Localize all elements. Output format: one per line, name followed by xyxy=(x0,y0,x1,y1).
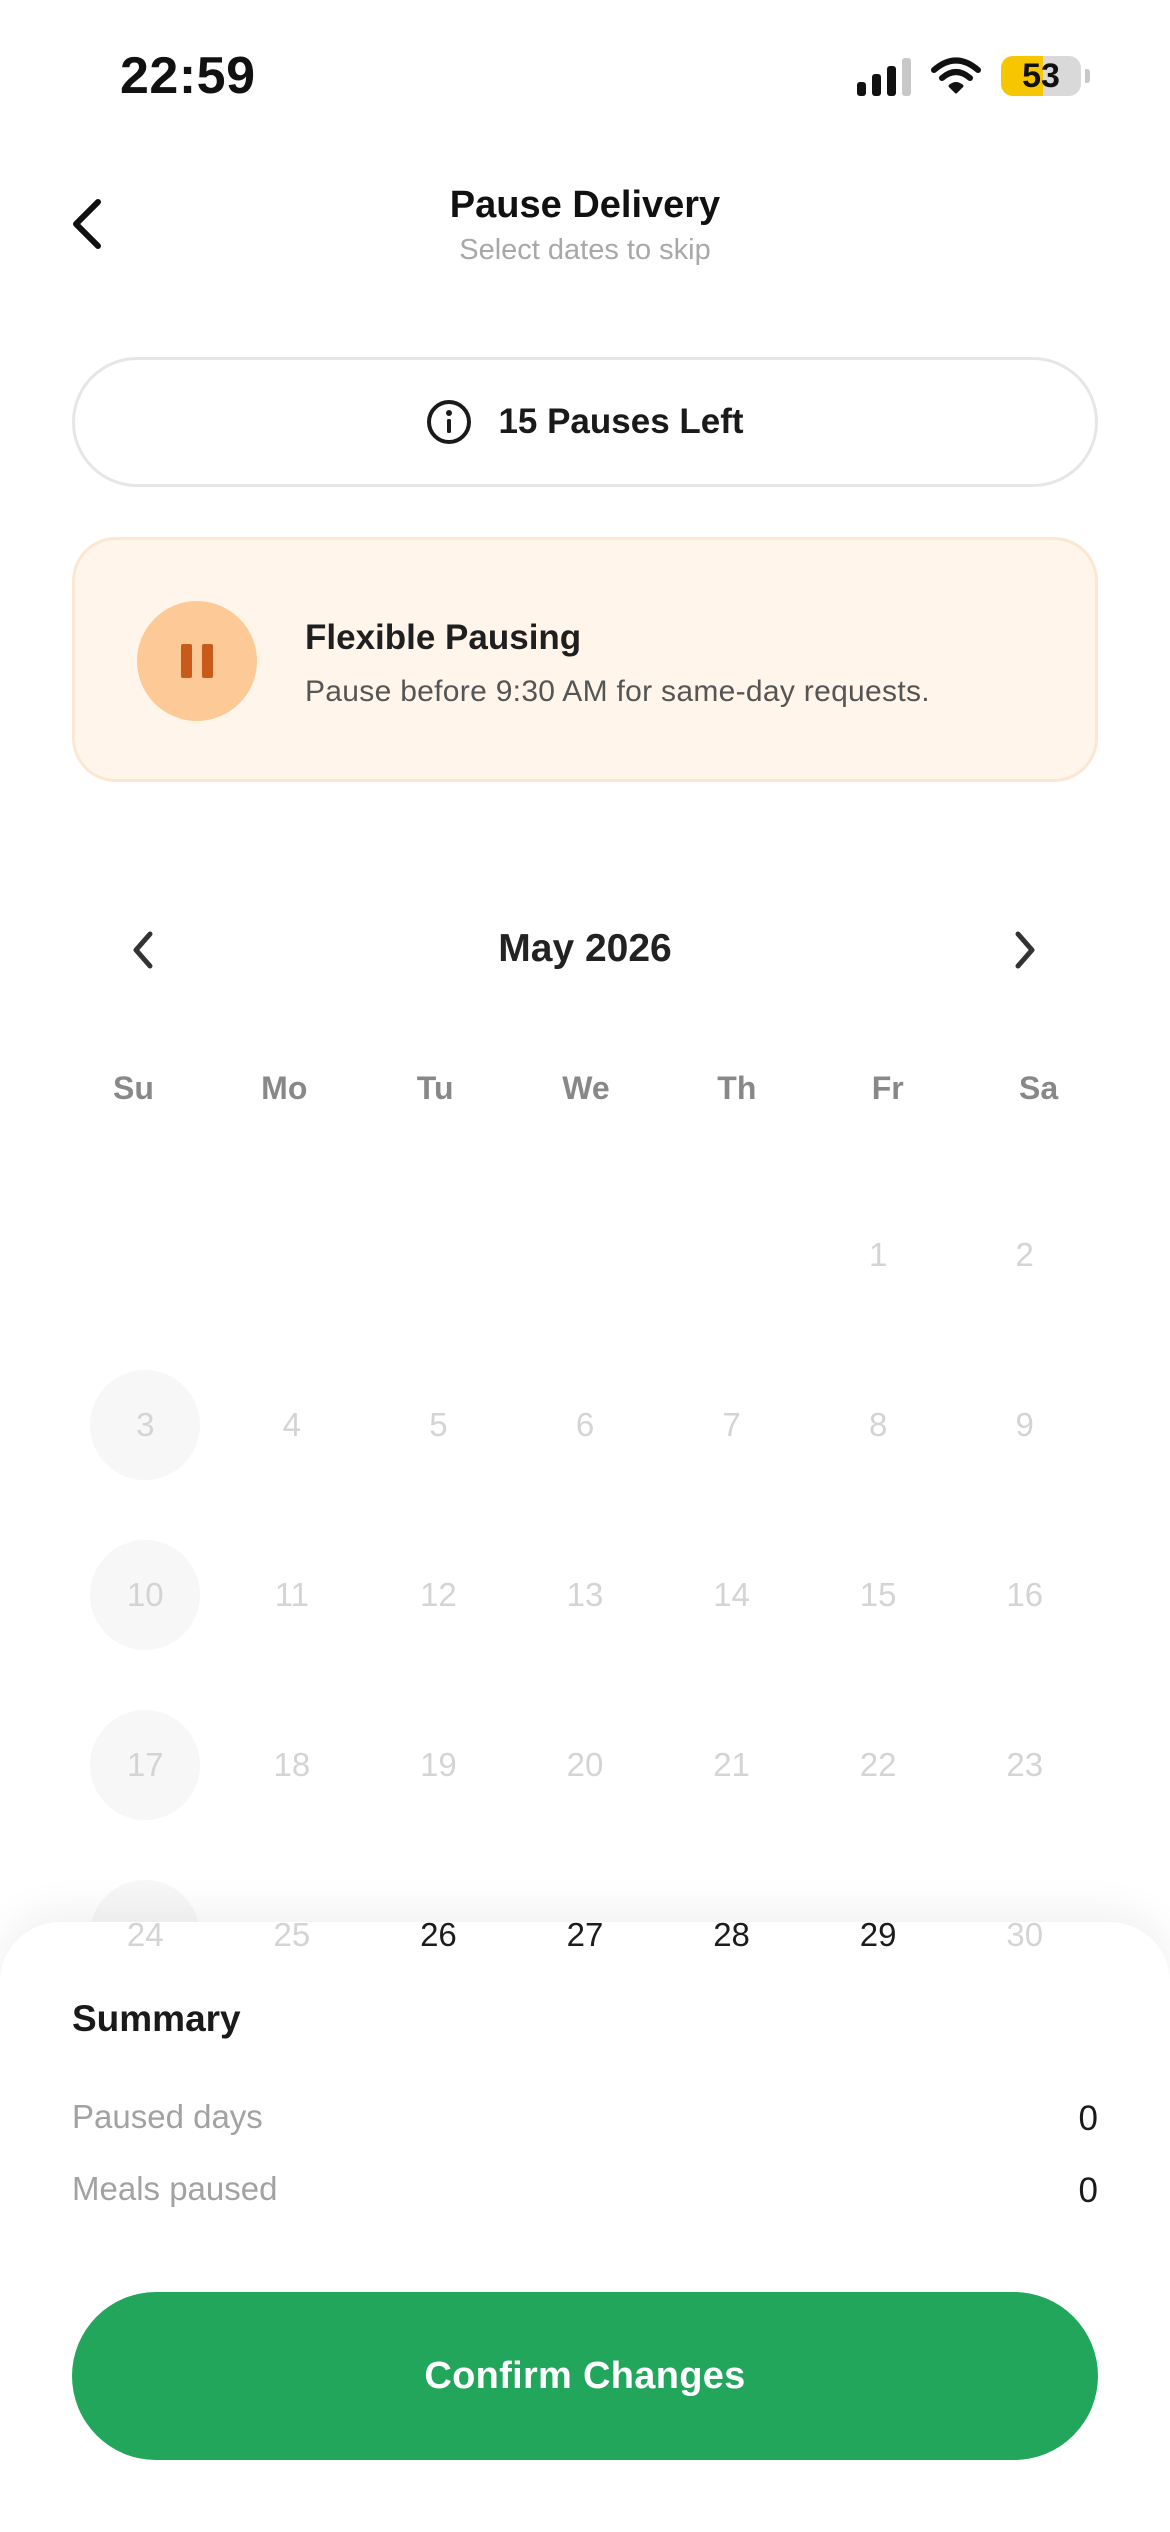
calendar-day-label: 30 xyxy=(1006,1916,1044,1953)
calendar-day-1: 1 xyxy=(805,1170,952,1340)
weekday-header-row: Su Mo Tu We Th Fr Sa xyxy=(58,1070,1114,1107)
calendar-day-label: 2 xyxy=(1015,1236,1034,1273)
calendar-blank-cell xyxy=(512,1170,659,1340)
calendar-day-label: 9 xyxy=(1015,1406,1034,1443)
weekday-label: Tu xyxy=(416,1070,454,1106)
status-time: 22:59 xyxy=(120,47,256,105)
calendar-blank-cell xyxy=(219,1170,366,1340)
calendar-day-6: 6 xyxy=(512,1340,659,1510)
meals-paused-label: Meals paused xyxy=(72,2170,278,2207)
calendar-day-label: 11 xyxy=(274,1576,309,1613)
calendar-day-label: 24 xyxy=(126,1916,164,1953)
calendar-day-label: 26 xyxy=(420,1916,457,1953)
summary-sheet: Summary Paused days 0 Meals paused 0 Con… xyxy=(0,1922,1170,2532)
calendar-day-8: 8 xyxy=(805,1340,952,1510)
calendar-day-label: 29 xyxy=(859,1916,897,1953)
pauses-left-pill: 15 Pauses Left xyxy=(72,357,1098,487)
calendar-day-label: 20 xyxy=(566,1746,604,1783)
calendar-day-label: 8 xyxy=(868,1406,888,1443)
calendar-day-label: 28 xyxy=(713,1916,750,1953)
calendar-day-label: 4 xyxy=(282,1406,302,1443)
calendar-day-14: 14 xyxy=(658,1510,805,1680)
calendar-day-label: 21 xyxy=(713,1746,750,1783)
calendar-day-9: 9 xyxy=(951,1340,1098,1510)
calendar-day-label: 12 xyxy=(420,1576,457,1613)
calendar-day-23: 23 xyxy=(951,1680,1098,1850)
calendar-day-label: 7 xyxy=(722,1406,741,1443)
calendar-day-13: 13 xyxy=(512,1510,659,1680)
confirm-changes-button[interactable]: Confirm Changes xyxy=(72,2292,1098,2460)
meals-paused-value: 0 xyxy=(1078,2171,1098,2210)
calendar-day-label: 25 xyxy=(273,1916,311,1953)
calendar-day-label: 15 xyxy=(859,1576,897,1613)
page-subtitle: Select dates to skip xyxy=(459,234,711,266)
calendar-blank-cell xyxy=(72,1170,219,1340)
battery-level: 53 xyxy=(1022,56,1060,95)
battery-cap xyxy=(1085,69,1090,83)
calendar-day-19: 19 xyxy=(365,1680,512,1850)
summary-title: Summary xyxy=(72,1998,241,2039)
status-icons: 53 xyxy=(857,56,1090,96)
calendar-day-18: 18 xyxy=(219,1680,366,1850)
weekday-label: We xyxy=(562,1070,610,1106)
cellular-signal-icon xyxy=(857,56,911,96)
calendar-day-20: 20 xyxy=(512,1680,659,1850)
calendar-day-grid: 1 2 3 4 5 6 7 8 9 10 11 12 13 14 15 16 17 18 19 20 21 22 23 24 2… xyxy=(72,1170,1098,2020)
calendar-day-21: 21 xyxy=(658,1680,805,1850)
calendar-day-label: 3 xyxy=(136,1406,155,1443)
wifi-icon xyxy=(931,57,981,94)
pauses-left-label: 15 Pauses Left xyxy=(498,402,744,441)
page-title: Pause Delivery xyxy=(449,184,721,226)
calendar-day-2: 2 xyxy=(951,1170,1098,1340)
calendar-day-label: 14 xyxy=(713,1576,750,1613)
calendar-day-label: 19 xyxy=(420,1746,457,1783)
calendar-day-label: 18 xyxy=(273,1746,311,1783)
paused-days-value: 0 xyxy=(1078,2099,1098,2138)
calendar-blank-cell xyxy=(365,1170,512,1340)
flexible-pausing-description: Pause before 9:30 AM for same-day reques… xyxy=(305,675,930,708)
weekday-label: Su xyxy=(112,1070,154,1106)
next-month-button[interactable] xyxy=(995,920,1055,980)
calendar-day-label: 23 xyxy=(1006,1746,1044,1783)
calendar-day-22: 22 xyxy=(805,1680,952,1850)
battery-icon: 53 xyxy=(1001,56,1081,96)
calendar-day-7: 7 xyxy=(658,1340,805,1510)
weekday-label: Fr xyxy=(871,1070,904,1106)
flexible-pausing-title: Flexible Pausing xyxy=(305,618,582,657)
calendar-day-15: 15 xyxy=(805,1510,952,1680)
calendar-day-12: 12 xyxy=(365,1510,512,1680)
calendar-day-17: 17 xyxy=(72,1680,219,1850)
chevron-right-icon xyxy=(1015,931,1035,969)
weekday-label: Th xyxy=(717,1070,757,1106)
calendar-day-label: 10 xyxy=(126,1576,164,1613)
calendar-day-5: 5 xyxy=(365,1340,512,1510)
calendar-day-label: 17 xyxy=(126,1746,164,1783)
calendar-day-label: 22 xyxy=(859,1746,897,1783)
paused-days-label: Paused days xyxy=(72,2098,263,2135)
calendar-day-label: 16 xyxy=(1006,1576,1044,1613)
calendar-day-label: 6 xyxy=(575,1406,595,1443)
calendar-day-label: 27 xyxy=(566,1916,604,1953)
calendar-blank-cell xyxy=(658,1170,805,1340)
weekday-label: Mo xyxy=(261,1070,308,1106)
flexible-pausing-card: Flexible Pausing Pause before 9:30 AM fo… xyxy=(72,537,1098,782)
calendar-day-label: 5 xyxy=(429,1406,448,1443)
calendar-day-10: 10 xyxy=(72,1510,219,1680)
calendar-day-label: 1 xyxy=(868,1236,888,1273)
calendar-day-4: 4 xyxy=(219,1340,366,1510)
calendar-day-3: 3 xyxy=(72,1340,219,1510)
pause-icon xyxy=(137,601,257,721)
info-icon xyxy=(427,400,472,444)
weekday-label: Sa xyxy=(1019,1070,1059,1106)
calendar-day-11: 11 xyxy=(219,1510,366,1680)
calendar-day-label: 13 xyxy=(566,1576,604,1613)
calendar-day-16: 16 xyxy=(951,1510,1098,1680)
